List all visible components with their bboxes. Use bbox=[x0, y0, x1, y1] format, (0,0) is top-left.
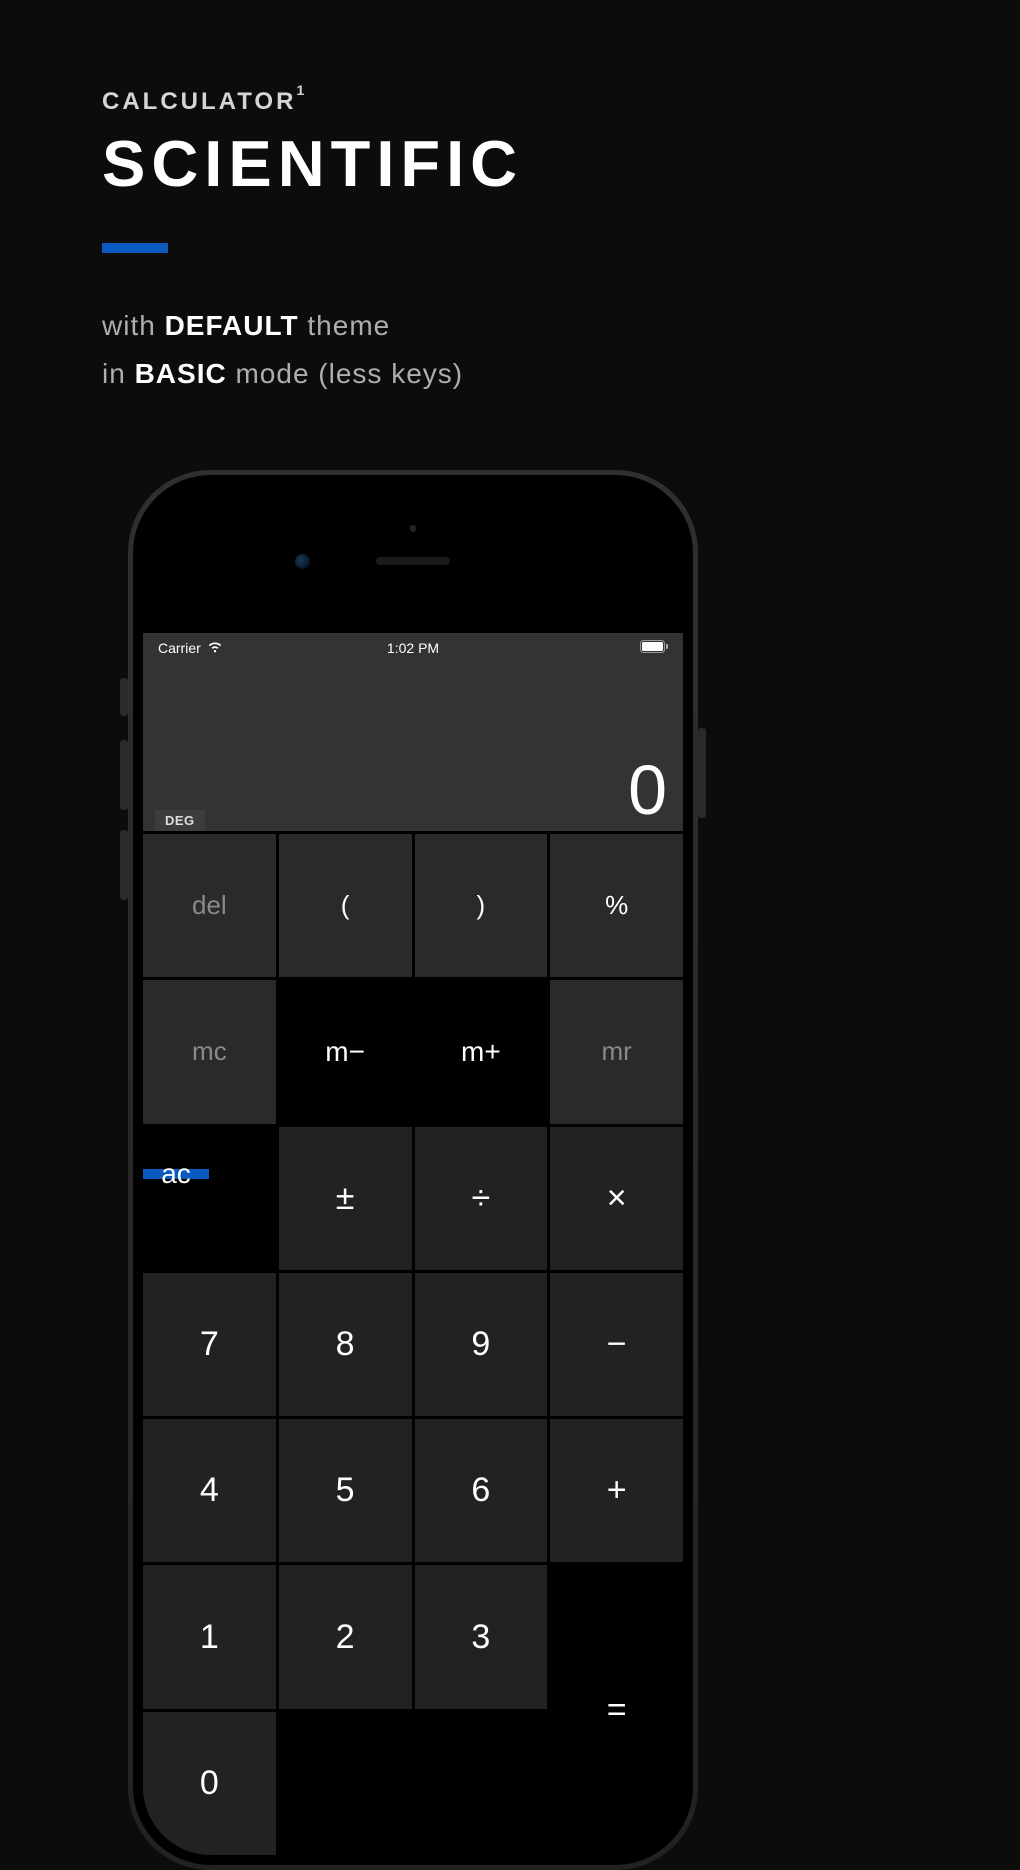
key-m-minus[interactable]: m− bbox=[279, 980, 412, 1123]
status-bar: Carrier 1:02 PM bbox=[143, 633, 683, 663]
tagline-text: with bbox=[102, 310, 165, 341]
tagline-strong: DEFAULT bbox=[165, 310, 299, 341]
key-1[interactable]: 1 bbox=[143, 1565, 276, 1708]
carrier-label: Carrier bbox=[158, 640, 201, 656]
key-plus[interactable]: + bbox=[550, 1419, 683, 1562]
phone-screen: Carrier 1:02 PM 0 DEG bbox=[143, 633, 683, 1855]
key-left-paren[interactable]: ( bbox=[279, 834, 412, 977]
tagline-line-1: with DEFAULT theme bbox=[102, 302, 463, 350]
display-value: 0 bbox=[159, 755, 667, 825]
header-supertitle: CALCULATOR1 bbox=[102, 88, 523, 116]
phone-shell: Carrier 1:02 PM 0 DEG bbox=[133, 475, 693, 1865]
status-right bbox=[413, 640, 668, 656]
phone-side-button bbox=[698, 728, 706, 818]
key-m-plus[interactable]: m+ bbox=[415, 980, 548, 1123]
key-0[interactable]: 0 bbox=[143, 1712, 276, 1855]
camera-icon bbox=[295, 554, 310, 569]
phone-bezel bbox=[143, 485, 683, 633]
calculator-display: 0 DEG bbox=[143, 663, 683, 831]
key-mr[interactable]: mr bbox=[550, 980, 683, 1123]
header-superscript: 1 bbox=[296, 82, 304, 98]
phone-frame: Carrier 1:02 PM 0 DEG bbox=[128, 470, 698, 1870]
key-right-paren[interactable]: ) bbox=[415, 834, 548, 977]
key-7[interactable]: 7 bbox=[143, 1273, 276, 1416]
tagline-line-2: in BASIC mode (less keys) bbox=[102, 350, 463, 398]
phone-side-button bbox=[120, 830, 128, 900]
key-4[interactable]: 4 bbox=[143, 1419, 276, 1562]
tagline-text: mode (less keys) bbox=[227, 358, 463, 389]
header-title: SCIENTIFIC bbox=[102, 126, 523, 201]
phone-side-button bbox=[120, 678, 128, 716]
key-9[interactable]: 9 bbox=[415, 1273, 548, 1416]
key-plus-minus[interactable]: ± bbox=[279, 1127, 412, 1270]
key-2[interactable]: 2 bbox=[279, 1565, 412, 1708]
key-percent[interactable]: % bbox=[550, 834, 683, 977]
status-left: Carrier bbox=[158, 640, 413, 656]
keypad: del ( ) % mc m− m+ mr ac ± ÷ × 7 8 9 − bbox=[143, 831, 683, 1855]
header-supertitle-text: CALCULATOR bbox=[102, 88, 296, 115]
key-multiply[interactable]: × bbox=[550, 1127, 683, 1270]
key-divide[interactable]: ÷ bbox=[415, 1127, 548, 1270]
wifi-icon bbox=[207, 640, 223, 656]
phone-inner: Carrier 1:02 PM 0 DEG bbox=[143, 485, 683, 1855]
sensor-dot-icon bbox=[410, 525, 417, 532]
status-time: 1:02 PM bbox=[387, 640, 439, 656]
page-header: CALCULATOR1 SCIENTIFIC bbox=[102, 88, 523, 253]
key-equals[interactable]: = bbox=[550, 1565, 683, 1855]
key-ac[interactable]: ac bbox=[143, 1169, 209, 1179]
tagline-strong: BASIC bbox=[135, 358, 227, 389]
key-5[interactable]: 5 bbox=[279, 1419, 412, 1562]
key-6[interactable]: 6 bbox=[415, 1419, 548, 1562]
tagline: with DEFAULT theme in BASIC mode (less k… bbox=[102, 302, 463, 398]
key-minus[interactable]: − bbox=[550, 1273, 683, 1416]
key-del[interactable]: del bbox=[143, 834, 276, 977]
key-8[interactable]: 8 bbox=[279, 1273, 412, 1416]
key-mc[interactable]: mc bbox=[143, 980, 276, 1123]
angle-mode-badge[interactable]: DEG bbox=[155, 810, 205, 831]
battery-icon bbox=[640, 640, 668, 656]
tagline-text: in bbox=[102, 358, 135, 389]
tagline-text: theme bbox=[299, 310, 391, 341]
speaker-icon bbox=[376, 557, 450, 565]
key-3[interactable]: 3 bbox=[415, 1565, 548, 1708]
phone-side-button bbox=[120, 740, 128, 810]
accent-bar bbox=[102, 243, 168, 253]
